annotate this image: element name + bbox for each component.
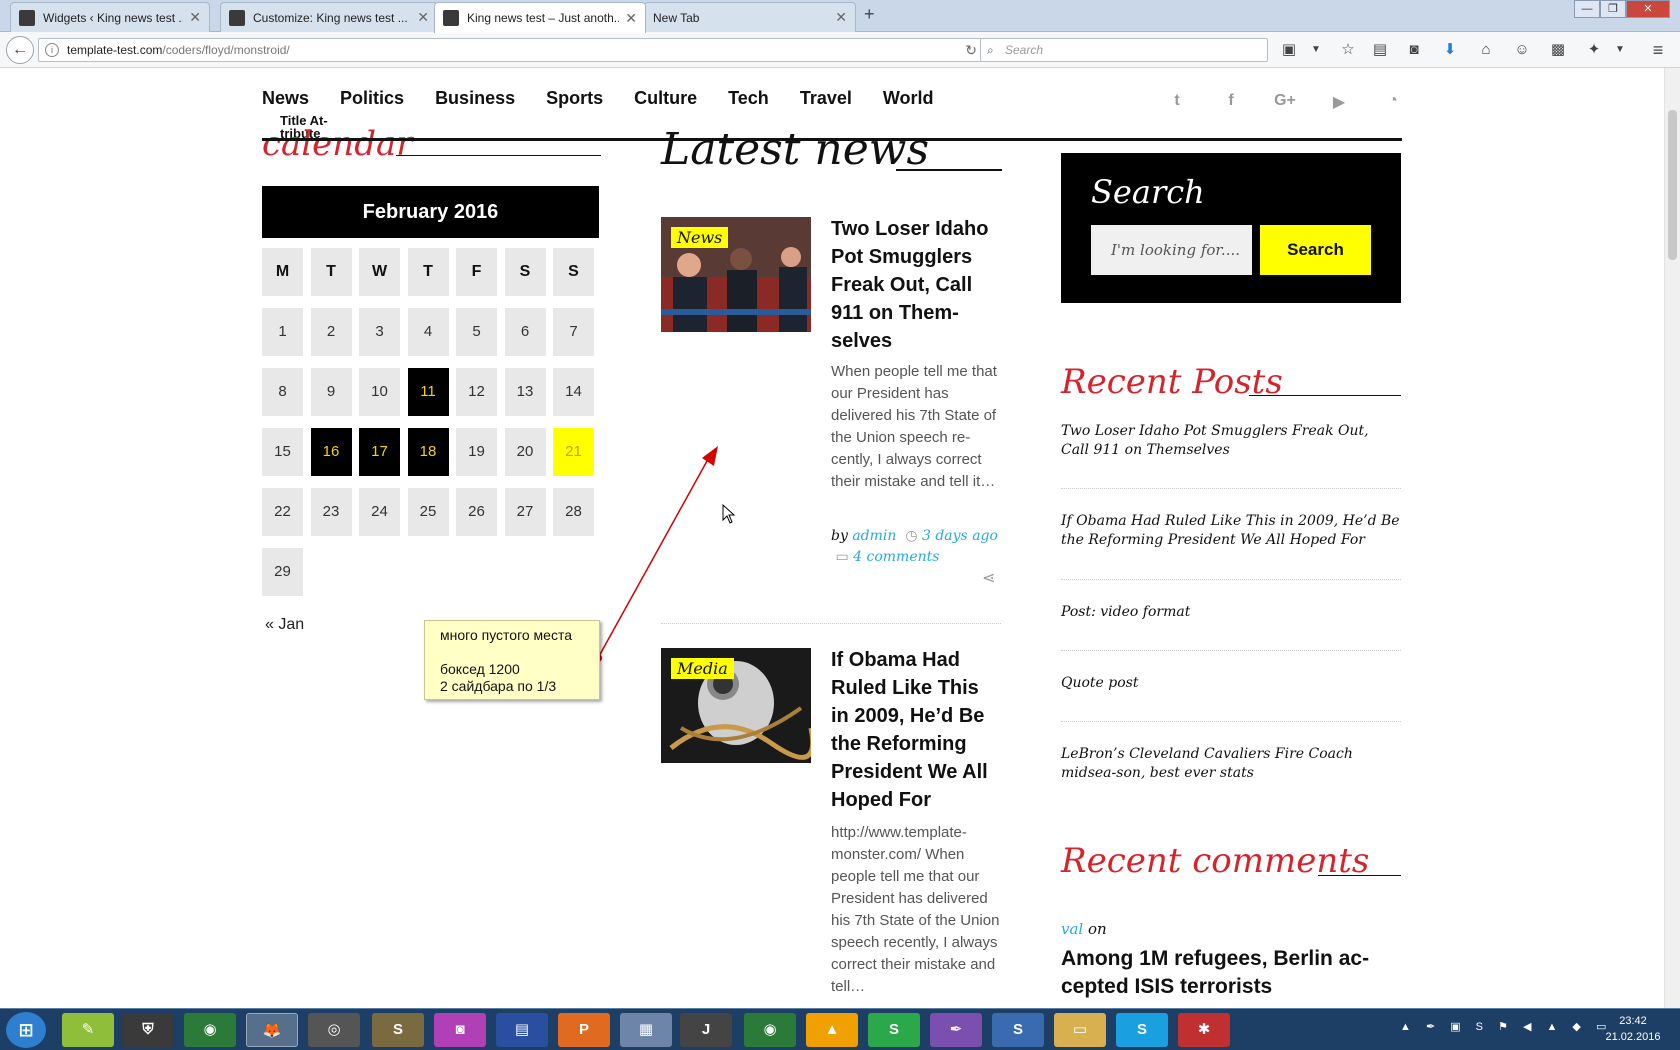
close-window-icon[interactable]: ✕ [1626,0,1670,18]
back-arrow-icon[interactable]: ← [6,36,34,64]
skype-alt-icon[interactable]: S [992,1013,1044,1047]
favicon-icon [19,9,35,26]
calculator-icon[interactable]: ▦ [620,1013,672,1047]
dropdown-icon[interactable]: ▼ [1306,40,1326,60]
avast-icon[interactable]: ▲ [806,1013,858,1047]
new-tab-button[interactable]: + [864,4,875,25]
pocket-icon[interactable]: ◙ [1404,40,1424,60]
web-page: News Politics Business Sports Culture Te… [0,68,1664,1008]
owl-icon[interactable]: ◎ [308,1013,360,1047]
url-path: /coders/floyd/monstroid/ [162,43,290,57]
pdf-icon[interactable]: P [558,1013,610,1047]
s-app-icon[interactable]: S [868,1013,920,1047]
quill-icon[interactable]: ✒ [930,1013,982,1047]
chat-icon[interactable]: ☺ [1512,40,1532,60]
tanks-icon[interactable]: ⛨ [122,1013,174,1047]
taskbar-clock[interactable]: 23:42 21.02.2016 [1594,1013,1672,1045]
intellij-icon[interactable]: J [680,1013,732,1047]
home-icon[interactable]: ⌂ [1476,40,1496,60]
browser-tab-active[interactable]: King news test – Just anoth... ✕ [434,2,646,33]
system-tray[interactable]: ▲ ✒ ▣ S ⚑ ◀ ▲ ◆ ▭ [1400,1020,1612,1033]
browser-tab[interactable]: New Tab ✕ [644,2,856,32]
annotation-arrow [594,446,718,662]
browser-tab[interactable]: Customize: King news test ... ✕ [220,2,438,32]
annotation-line: боксед 1200 [440,661,520,677]
chrome-icon-2[interactable]: ◉ [744,1013,796,1047]
addon-icon[interactable]: ▩ [1548,40,1568,60]
firefox-icon[interactable]: 🦊 [246,1013,298,1047]
browser-navigation-bar: ← i template-test.com/coders/floyd/monst… [0,32,1680,68]
screenshot-icon[interactable]: ▣ [1279,40,1299,60]
windows-taskbar: ⊞ ✎ ⛨ ◉ 🦊 ◎ S ◙ ▤ P ▦ J ◉ ▲ S ✒ S ▭ S ✱ … [0,1008,1680,1050]
clock-time: 23:42 [1619,1015,1647,1027]
tab-label: King news test – Just anoth... [467,11,620,25]
browser-search-input[interactable]: ⌕ Search [980,38,1268,62]
start-icon[interactable]: ⊞ [6,1012,46,1048]
close-tab-icon[interactable]: ✕ [835,9,847,26]
tab-label: New Tab [653,10,700,25]
screen: Widgets ‹ King news test ... ✕ Customize… [0,0,1680,1050]
download-icon[interactable]: ⬇ [1440,40,1460,60]
page-scrollbar[interactable] [1664,68,1680,1008]
address-bar[interactable]: i template-test.com/coders/floyd/monstro… [38,38,982,62]
sublime-icon[interactable]: S [372,1013,424,1047]
arrowhead-icon [702,446,718,466]
minimize-icon[interactable]: — [1574,0,1600,18]
reload-icon[interactable]: ↻ [965,39,977,61]
explorer-icon[interactable]: ▭ [1054,1013,1106,1047]
menu-icon[interactable]: ≡ [1648,40,1668,60]
annotation-note: много пустого места боксед 1200 2 сайдба… [424,620,600,700]
tab-label: Widgets ‹ King news test ... [43,10,184,25]
url-host: template-test.com [67,43,163,57]
chrome-icon[interactable]: ◉ [184,1013,236,1047]
restore-icon[interactable]: ❐ [1600,0,1626,18]
dropdown-icon-2[interactable]: ▼ [1610,40,1630,60]
addon-icon-2[interactable]: ✦ [1584,40,1604,60]
annotation-line: 2 сайдбара по 1/3 [440,678,557,694]
close-tab-icon[interactable]: ✕ [417,9,429,26]
bookmark-star-icon[interactable]: ☆ [1338,40,1358,60]
filezilla-icon[interactable]: ▤ [496,1013,548,1047]
notepad-icon[interactable]: ✎ [62,1013,114,1047]
site-info-icon[interactable]: i [45,43,59,57]
reading-list-icon[interactable]: ▤ [1370,40,1390,60]
close-tab-icon[interactable]: ✕ [625,10,637,27]
scrollbar-thumb[interactable] [1668,110,1677,260]
search-icon: ⌕ [987,43,994,57]
annotation-line: много пустого места [440,627,573,643]
mouse-cursor-icon [722,504,736,524]
browser-tab[interactable]: Widgets ‹ King news test ... ✕ [10,2,210,32]
browser-tab-bar: Widgets ‹ King news test ... ✕ Customize… [0,0,1680,33]
game-icon[interactable]: ✱ [1178,1013,1230,1047]
search-placeholder: Search [1005,43,1044,57]
close-tab-icon[interactable]: ✕ [189,9,201,26]
tab-label: Customize: King news test ... [253,10,408,25]
media-icon[interactable]: ◙ [434,1013,486,1047]
favicon-icon [229,9,245,26]
favicon-icon [443,10,459,26]
clock-date: 21.02.2016 [1605,1031,1661,1043]
skype-icon[interactable]: S [1116,1013,1168,1047]
